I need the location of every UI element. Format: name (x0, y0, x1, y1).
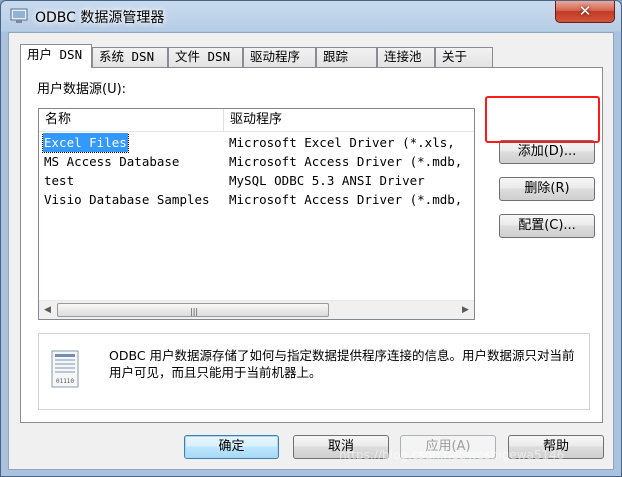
add-button[interactable]: 添加(D)... (499, 140, 595, 164)
list-item[interactable]: test MySQL ODBC 5.3 ANSI Driver (39, 171, 474, 190)
scroll-thumb[interactable]: ||| (57, 303, 329, 317)
tab-label: 驱动程序 (250, 49, 301, 64)
tab-system-dsn[interactable]: 系统 DSN (92, 47, 168, 67)
remove-button[interactable]: 删除(R) (499, 177, 595, 201)
tab-label: 跟踪 (323, 49, 349, 64)
dsn-driver: Microsoft Excel Driver (*.xls, (229, 135, 455, 150)
tab-label: 连接池 (384, 49, 422, 64)
info-box: 01110 ODBC 用户数据源存储了如何与指定数据提供程序连接的信息。用户数据… (38, 333, 590, 410)
dsn-name: Excel Files (42, 133, 129, 153)
column-header-driver[interactable]: 驱动程序 (224, 109, 474, 131)
scroll-right-icon[interactable]: ▶ (457, 301, 474, 319)
horizontal-scrollbar[interactable]: ◀ ||| ▶ (39, 300, 474, 319)
tab-connection-pooling[interactable]: 连接池 (377, 47, 435, 67)
column-header-name[interactable]: 名称 (39, 109, 223, 131)
ok-button[interactable]: 确定 (184, 435, 279, 459)
dsn-name: test (44, 173, 75, 188)
window-title: ODBC 数据源管理器 (35, 10, 165, 26)
list-item[interactable]: MS Access Database Microsoft Access Driv… (39, 152, 474, 171)
tab-tracing[interactable]: 跟踪 (316, 47, 377, 67)
list-header: 名称 驱动程序 (39, 109, 474, 132)
scroll-left-icon[interactable]: ◀ (39, 301, 56, 319)
close-button[interactable]: ✕ (555, 1, 615, 23)
dsn-driver: MySQL ODBC 5.3 ANSI Driver (229, 173, 425, 188)
annotation-highlight (485, 96, 600, 143)
svg-text:01110: 01110 (56, 378, 74, 385)
database-document-icon: 01110 (51, 350, 79, 388)
grip-icon: ||| (190, 307, 199, 316)
close-icon: ✕ (578, 2, 592, 20)
list-item[interactable]: Visio Database Samples Microsoft Access … (39, 190, 474, 209)
user-data-sources-label: 用户数据源(U): (37, 82, 127, 97)
dsn-name: Visio Database Samples (44, 192, 210, 207)
dsn-name: MS Access Database (44, 154, 180, 169)
tab-user-dsn[interactable]: 用户 DSN (20, 44, 92, 68)
dsn-driver: Microsoft Access Driver (*.mdb, (229, 192, 463, 207)
tab-label: 文件 DSN (175, 49, 231, 64)
tab-label: 用户 DSN (27, 47, 83, 62)
tab-label: 关于 (442, 49, 468, 64)
odbc-window: ODBC 数据源管理器 ✕ 用户 DSN 系统 DSN 文件 DSN 驱动程序 … (0, 0, 622, 477)
list-rows: Excel Files Microsoft Excel Driver (*.xl… (39, 133, 474, 297)
title-bar[interactable]: ODBC 数据源管理器 ✕ (1, 1, 621, 32)
data-source-list[interactable]: 名称 驱动程序 Excel Files Microsoft Excel Driv… (38, 108, 475, 320)
tab-file-dsn[interactable]: 文件 DSN (168, 47, 243, 67)
watermark: https://blog.csdn.net/woshigewa5146 (339, 448, 565, 462)
info-description: ODBC 用户数据源存储了如何与指定数据提供程序连接的信息。用户数据源只对当前用… (109, 348, 575, 380)
dsn-driver: Microsoft Access Driver (*.mdb, (229, 154, 463, 169)
tab-label: 系统 DSN (99, 49, 155, 64)
tab-about[interactable]: 关于 (435, 47, 493, 67)
odbc-app-icon (10, 8, 28, 23)
list-item[interactable]: Excel Files Microsoft Excel Driver (*.xl… (39, 133, 474, 153)
configure-button[interactable]: 配置(C)... (499, 214, 595, 238)
tab-drivers[interactable]: 驱动程序 (243, 47, 316, 67)
